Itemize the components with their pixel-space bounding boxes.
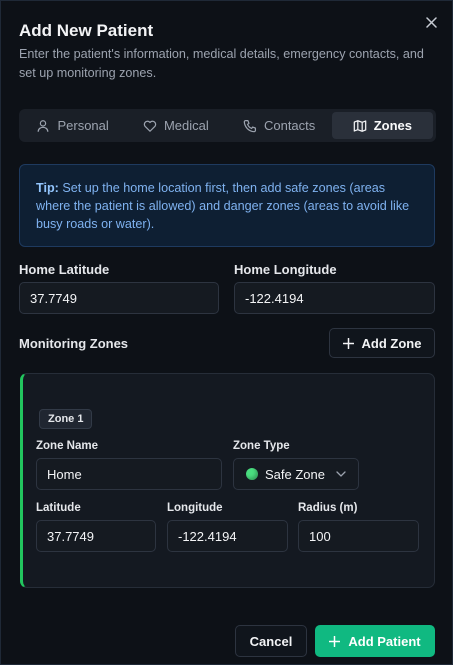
heart-icon [143, 120, 157, 132]
zone-name-input[interactable]: Home [36, 458, 222, 490]
tab-medical[interactable]: Medical [125, 112, 226, 139]
zone-name-label: Zone Name [36, 440, 98, 452]
tab-zones[interactable]: Zones [331, 112, 433, 139]
chevron-down-icon [336, 471, 346, 477]
tab-zones-label: Zones [373, 118, 413, 133]
zone-type-label: Zone Type [233, 440, 290, 452]
home-longitude-label: Home Longitude [234, 262, 337, 277]
zone-latitude-label: Latitude [36, 502, 81, 514]
map-icon [353, 119, 367, 132]
cancel-button[interactable]: Cancel [235, 625, 307, 657]
dialog-description: Enter the patient's information, medical… [19, 47, 424, 80]
tab-personal[interactable]: Personal [22, 112, 123, 139]
add-zone-button[interactable]: Add Zone [329, 328, 435, 358]
home-latitude-input[interactable]: 37.7749 [19, 282, 219, 314]
home-latitude-label: Home Latitude [19, 262, 110, 277]
phone-icon [243, 119, 257, 132]
zone-badge: Zone 1 [39, 409, 93, 429]
user-icon [38, 119, 49, 132]
monitoring-zones-heading: Monitoring Zones [19, 336, 129, 351]
tip-callout: Tip: Set up the home location first, the… [19, 164, 435, 247]
close-icon[interactable] [422, 13, 440, 31]
tab-contacts-label: Contacts [263, 118, 316, 133]
tab-medical-label: Medical [163, 118, 209, 133]
safe-zone-dot-icon [246, 468, 258, 480]
zone-type-select[interactable]: Safe Zone [233, 458, 359, 490]
zone-latitude-input[interactable]: 37.7749 [36, 520, 156, 552]
zone-radius-label: Radius (m) [298, 502, 358, 514]
tip-text: Set up the home location first, then add… [36, 181, 410, 231]
zone-card: Zone 1 Zone Name Home Zone Type Safe Zon… [20, 373, 435, 588]
add-patient-label: Add Patient [348, 633, 421, 649]
add-patient-dialog: Add New Patient Enter the patient's info… [0, 0, 453, 665]
zone-longitude-input[interactable]: -122.4194 [167, 520, 288, 552]
tab-list: Personal Medical Contacts Zones [19, 109, 436, 142]
cancel-label: Cancel [249, 633, 293, 649]
zone-type-value: Safe Zone [265, 466, 325, 482]
plus-icon [329, 635, 341, 647]
tab-personal-label: Personal [57, 118, 109, 133]
zone-longitude-label: Longitude [167, 502, 223, 514]
tab-contacts[interactable]: Contacts [229, 112, 330, 139]
plus-icon [342, 337, 354, 349]
dialog-title: Add New Patient [19, 21, 154, 40]
add-zone-label: Add Zone [361, 335, 422, 351]
zone-radius-input[interactable]: 100 [298, 520, 419, 552]
add-patient-button[interactable]: Add Patient [315, 625, 435, 657]
tip-prefix: Tip: [36, 181, 59, 195]
home-longitude-input[interactable]: -122.4194 [234, 282, 435, 314]
